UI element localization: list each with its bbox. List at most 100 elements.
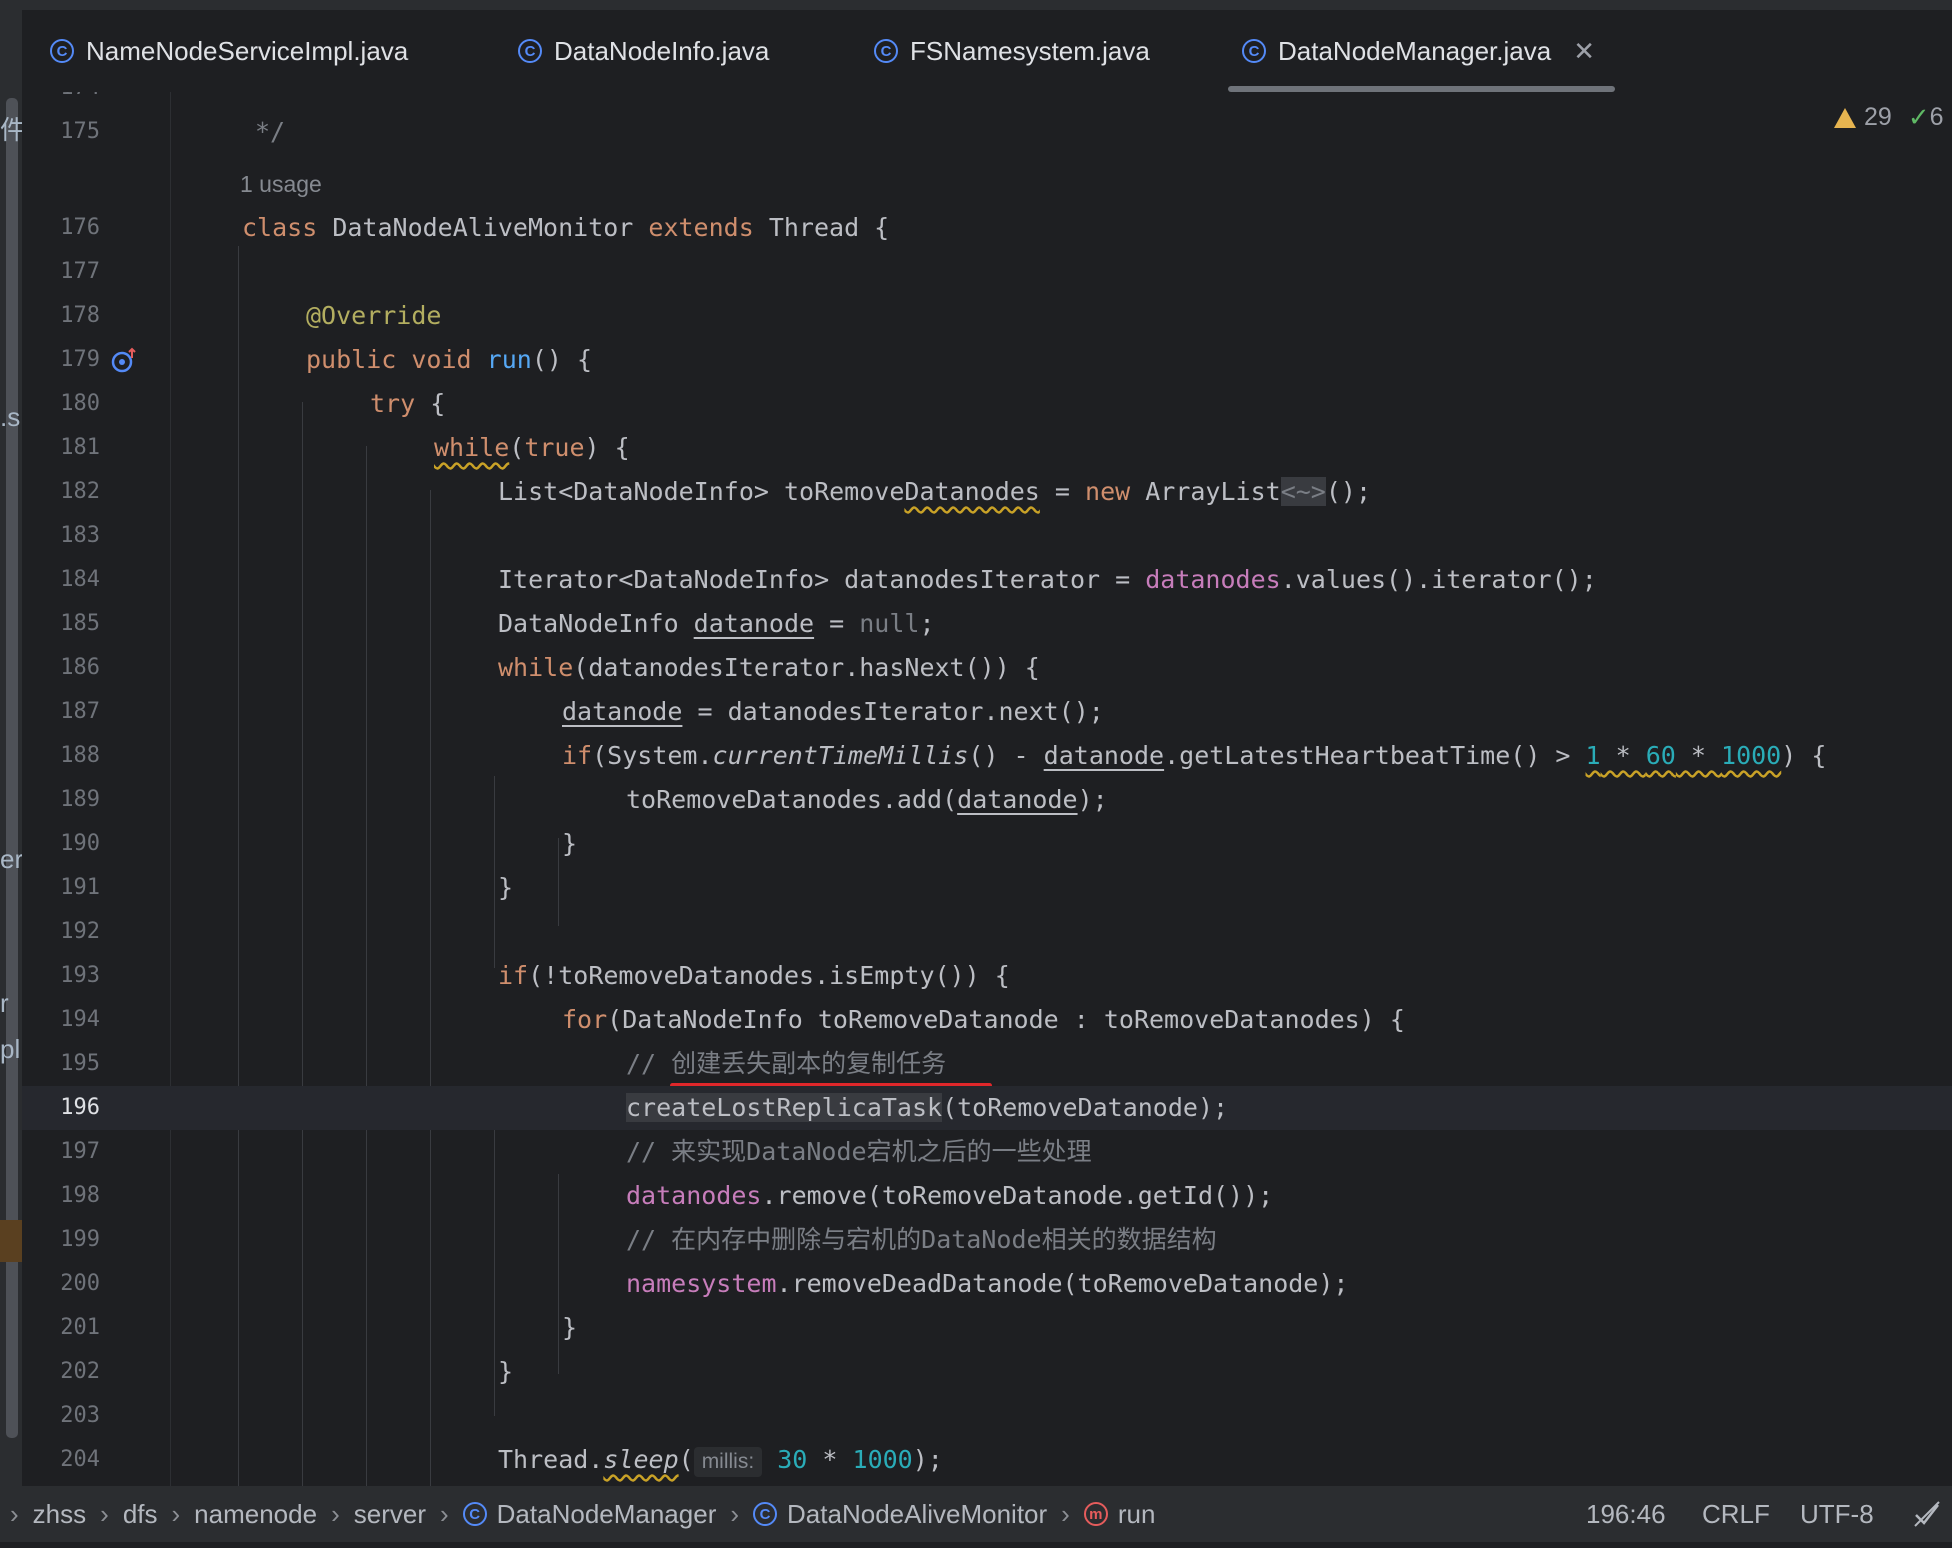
code-comment: // 在内存中删除与宕机的DataNode相关的数据结构 — [626, 1225, 1217, 1254]
code-comment: // 创建丢失副本的复制任务 — [626, 1049, 947, 1078]
line-number: 190 — [60, 831, 100, 856]
code-line: 177 — [22, 250, 1952, 294]
code-text: while(true) { — [434, 433, 630, 462]
project-selection-marker — [0, 1220, 22, 1262]
code-line: 191 } — [22, 866, 1952, 910]
method-icon: m — [1083, 1502, 1108, 1526]
tab-namenodeserviceimpl[interactable]: C NameNodeServiceImpl.java — [50, 10, 408, 92]
line-number: 186 — [60, 655, 100, 680]
code-line: 193 if(!toRemoveDatanodes.isEmpty()) { — [22, 954, 1952, 998]
line-number: 181 — [60, 435, 100, 460]
line-number: 196 — [60, 1095, 100, 1120]
line-number: 199 — [60, 1227, 100, 1252]
code-text: namesystem.removeDeadDatanode(toRemoveDa… — [626, 1269, 1349, 1298]
line-number: 189 — [60, 787, 100, 812]
code-text: public void run() { — [306, 345, 593, 374]
chevron-right-icon: › — [100, 1498, 109, 1529]
line-number: 191 — [60, 875, 100, 900]
code-line: 199 // 在内存中删除与宕机的DataNode相关的数据结构 — [22, 1218, 1952, 1262]
breadcrumb-item[interactable]: DataNodeManager — [497, 1499, 717, 1530]
code-text: if(System.currentTimeMillis() - datanode… — [562, 741, 1827, 770]
file-encoding[interactable]: UTF-8 — [1800, 1486, 1874, 1542]
code-line: 202 } — [22, 1350, 1952, 1394]
project-fragment: er — [0, 844, 22, 874]
line-number: 198 — [60, 1183, 100, 1208]
code-line: 183 — [22, 514, 1952, 558]
breadcrumb-item[interactable]: namenode — [194, 1499, 317, 1530]
breadcrumb-item[interactable]: DataNodeAliveMonitor — [787, 1499, 1047, 1530]
override-marker-icon[interactable] — [110, 338, 144, 382]
breadcrumb-item[interactable]: server — [354, 1499, 426, 1530]
class-icon: C — [874, 39, 898, 63]
line-number: 182 — [60, 479, 100, 504]
code-line: 198 datanodes.remove(toRemoveDatanode.ge… — [22, 1174, 1952, 1218]
breadcrumb-item[interactable]: dfs — [123, 1499, 158, 1530]
line-number: 188 — [60, 743, 100, 768]
chevron-right-icon: › — [171, 1498, 181, 1529]
code-line: 185 DataNodeInfo datanode = null; — [22, 602, 1952, 646]
chevron-right-icon: › — [439, 1498, 449, 1529]
tab-datanodemanager[interactable]: C DataNodeManager.java ✕ — [1228, 10, 1615, 92]
line-number: 193 — [60, 963, 100, 988]
breadcrumb-item[interactable]: zhss — [33, 1499, 86, 1530]
project-fragment: .s — [0, 402, 21, 432]
line-number: 180 — [60, 391, 100, 416]
line-number: 200 — [60, 1271, 100, 1296]
line-number: 183 — [60, 523, 100, 548]
code-line: 200 namesystem.removeDeadDatanode(toRemo… — [22, 1262, 1952, 1306]
caret-position[interactable]: 196:46 — [1586, 1486, 1666, 1542]
code-line: 175 */ — [22, 110, 1952, 154]
code-line: 178 @Override — [22, 294, 1952, 338]
tab-label: FSNamesystem.java — [910, 35, 1150, 66]
line-number: 174 — [22, 92, 100, 110]
line-number: 195 — [60, 1051, 100, 1076]
code-line: 180 try { — [22, 382, 1952, 426]
line-number: 176 — [60, 215, 100, 240]
tab-fsnamesystem[interactable]: C FSNamesystem.java — [874, 10, 1150, 92]
status-bar: › zhss › dfs › namenode › server › C Dat… — [0, 1486, 1952, 1542]
line-number: 178 — [60, 303, 100, 328]
chevron-right-icon: › — [730, 1498, 740, 1529]
class-icon: C — [50, 39, 74, 63]
code-text: try { — [370, 389, 446, 418]
code-text: class DataNodeAliveMonitor extends Threa… — [242, 213, 890, 242]
line-number: 177 — [60, 259, 100, 284]
project-fragment: 件 — [0, 115, 22, 145]
code-line: 187 datanode = datanodesIterator.next(); — [22, 690, 1952, 734]
code-text: Thread.sleep(millis: 30 * 1000); — [498, 1438, 943, 1482]
code-text: } — [498, 873, 514, 902]
code-line: 176 class DataNodeAliveMonitor extends T… — [22, 206, 1952, 250]
project-fragment: r — [0, 988, 9, 1018]
line-separator[interactable]: CRLF — [1702, 1486, 1770, 1542]
project-fragment: pl — [0, 1034, 21, 1064]
tab-datanodeinfo[interactable]: C DataNodeInfo.java — [518, 10, 769, 92]
usage-hint[interactable]: 1 usage — [240, 162, 322, 206]
code-line: 201 } — [22, 1306, 1952, 1350]
code-line: 195 // 创建丢失副本的复制任务 — [22, 1042, 1952, 1086]
tab-label: DataNodeManager.java — [1278, 35, 1552, 66]
code-text: } — [562, 1313, 578, 1342]
class-icon: C — [1242, 39, 1266, 63]
code-editor[interactable]: 29 ✓ 6 174 * 175 */ 1 usage 176 class Da… — [22, 92, 1952, 1486]
breadcrumb: › zhss › dfs › namenode › server › C Dat… — [10, 1499, 1155, 1530]
code-line: 192 — [22, 910, 1952, 954]
code-text: @Override — [306, 301, 442, 330]
line-number: 185 — [60, 611, 100, 636]
line-number: 179 — [60, 347, 100, 372]
code-line: 182 List<DataNodeInfo> toRemoveDatanodes… — [22, 470, 1952, 514]
code-text: Iterator<DataNodeInfo> datanodesIterator… — [498, 565, 1597, 594]
code-text: datanodes.remove(toRemoveDatanode.getId(… — [626, 1181, 1274, 1210]
code-text: toRemoveDatanodes.add(datanode); — [626, 785, 1108, 814]
readonly-toggle-icon[interactable] — [1912, 1486, 1942, 1542]
line-number: 197 — [60, 1139, 100, 1164]
breadcrumb-item[interactable]: run — [1118, 1499, 1156, 1530]
class-icon: C — [518, 39, 542, 63]
code-text: */ — [255, 117, 286, 146]
code-text: while(datanodesIterator.hasNext()) { — [498, 653, 1040, 682]
project-panel-edge[interactable]: 件 .s er r pl — [0, 10, 22, 1486]
tab-label: NameNodeServiceImpl.java — [86, 35, 409, 66]
close-icon[interactable]: ✕ — [1573, 36, 1595, 67]
chevron-right-icon: › — [10, 1498, 19, 1529]
code-comment: // 来实现DataNode宕机之后的一些处理 — [626, 1137, 1092, 1166]
line-number: 194 — [60, 1007, 100, 1032]
